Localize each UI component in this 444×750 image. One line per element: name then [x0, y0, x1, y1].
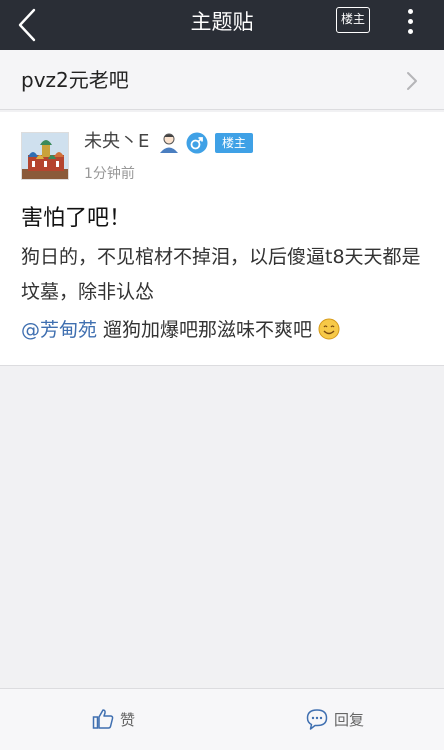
chevron-right-icon [407, 72, 417, 90]
op-only-button[interactable]: 楼主 [336, 7, 370, 33]
comment-bubble-icon [306, 709, 328, 730]
avatar[interactable] [21, 132, 69, 180]
forum-name: pvz2元老吧 [21, 68, 129, 92]
cathedral-avatar-icon [22, 133, 68, 179]
user-level-icon [160, 133, 178, 153]
mention-link[interactable]: @芳甸苑 [21, 319, 97, 341]
thumbs-up-icon [92, 709, 114, 729]
male-gender-icon [186, 132, 208, 154]
back-button[interactable] [14, 6, 46, 44]
bottom-action-bar: 赞 回复 [0, 688, 444, 750]
mention-line: @芳甸苑 遛狗加爆吧那滋味不爽吧 [21, 314, 340, 346]
more-menu-button[interactable] [400, 4, 420, 38]
back-arrow-icon [18, 8, 36, 42]
smile-emoji-icon [318, 318, 340, 340]
op-badge: 楼主 [215, 133, 253, 153]
post-body: 狗日的，不见棺材不掉泪，以后傻逼t8天天都是坟墓，除非认怂 [21, 246, 421, 303]
forum-link-row[interactable]: pvz2元老吧 [0, 50, 444, 110]
mention-text: 遛狗加爆吧那滋味不爽吧 [97, 319, 313, 341]
page-title: 主题贴 [190, 10, 254, 34]
like-label: 赞 [120, 711, 136, 729]
more-dots-icon [407, 9, 413, 14]
top-bar: 主题贴 楼主 [0, 0, 444, 50]
post-title: 害怕了吧！ [21, 206, 132, 231]
post-timestamp: 1分钟前 [84, 166, 135, 182]
username[interactable]: 未央丶E [84, 130, 149, 154]
post-card: 未央丶E 楼主 1分钟前 害怕了吧！ 狗日的，不见棺材不掉泪，以后傻逼t8天天都… [0, 112, 444, 366]
reply-label: 回复 [334, 711, 365, 729]
